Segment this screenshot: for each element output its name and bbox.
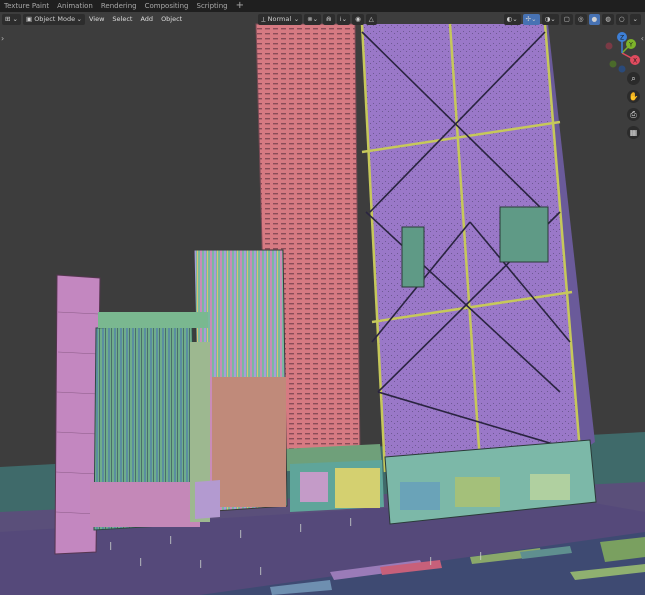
zoom-icon[interactable]: ⌕ <box>627 72 640 85</box>
add-workspace-button[interactable]: + <box>232 0 248 12</box>
wireframe-sphere-icon: ◎ <box>577 14 584 23</box>
navigation-tools: ⌕ ✋ ⎙ ▦ <box>627 72 640 139</box>
mode-label: Object Mode <box>34 14 76 23</box>
toolbar-expand-icon[interactable]: › <box>1 34 4 43</box>
proportional-icon: ◉ <box>355 14 361 23</box>
grid-view-icon[interactable]: ▦ <box>627 126 640 139</box>
shading-rendered-button[interactable]: ○ <box>615 13 628 25</box>
tab-animation[interactable]: Animation <box>53 0 97 12</box>
shading-options-button[interactable]: ⌄ <box>629 13 641 25</box>
gizmo-neg-y[interactable] <box>609 60 617 68</box>
menu-select[interactable]: Select <box>108 14 136 25</box>
tab-compositing[interactable]: Compositing <box>141 0 193 12</box>
chevron-down-icon: ⌄ <box>76 14 82 23</box>
falloff-icon: △ <box>368 14 374 23</box>
navigation-gizmo[interactable]: X Y Z <box>601 32 643 74</box>
overlays-button[interactable]: ◑⌄ <box>541 13 559 25</box>
magnet-icon: ⋒ <box>326 14 332 23</box>
tab-rendering[interactable]: Rendering <box>97 0 141 12</box>
gizmo-neg-z[interactable] <box>618 65 626 73</box>
tab-texture-paint[interactable]: Texture Paint <box>0 0 53 12</box>
3d-viewport[interactable]: ⊞ ⌄ ▣ Object Mode ⌄ View Select Add Obje… <box>0 12 645 595</box>
solid-sphere-icon: ● <box>591 14 598 23</box>
proportional-edit-button[interactable]: ◉ <box>352 13 364 25</box>
xray-icon: ▢ <box>563 14 570 23</box>
overlays-icon: ◑⌄ <box>544 14 556 23</box>
snap-grid-icon: ⁞⌄ <box>339 14 348 23</box>
pivot-icon: ⊗⌄ <box>307 14 319 23</box>
menu-add[interactable]: Add <box>136 14 157 25</box>
tab-scripting[interactable]: Scripting <box>193 0 232 12</box>
viewport-header: ⊞ ⌄ ▣ Object Mode ⌄ View Select Add Obje… <box>0 12 645 26</box>
snap-settings-button[interactable]: ⁞⌄ <box>336 13 351 25</box>
shading-wireframe-button[interactable]: ◎ <box>574 13 587 25</box>
eye-icon: ◐⌄ <box>506 14 518 23</box>
camera-view-icon[interactable]: ⎙ <box>627 108 640 121</box>
scene-render <box>0 23 645 595</box>
mode-selector[interactable]: ▣ Object Mode ⌄ <box>22 13 85 25</box>
gizmo-neg-x[interactable] <box>605 42 613 50</box>
material-sphere-icon: ◍ <box>605 14 611 23</box>
falloff-button[interactable]: △ <box>365 13 377 25</box>
chevron-down-icon: ⌄ <box>632 14 638 23</box>
gizmo-toggle-button[interactable]: ✢⌄ <box>522 13 540 25</box>
visibility-button[interactable]: ◐⌄ <box>503 13 521 25</box>
chevron-down-icon: ⌄ <box>10 14 18 23</box>
shading-material-button[interactable]: ◍ <box>602 13 614 25</box>
pivot-point-button[interactable]: ⊗⌄ <box>304 13 322 25</box>
menu-object[interactable]: Object <box>157 14 186 25</box>
snap-toggle-button[interactable]: ⋒ <box>323 13 335 25</box>
shading-solid-button[interactable]: ● <box>588 13 601 25</box>
gizmo-x-label: X <box>633 58 637 65</box>
chevron-down-icon: ⌄ <box>293 14 300 23</box>
editor-type-button[interactable]: ⊞ ⌄ <box>2 13 21 25</box>
gizmo-icon: ✢⌄ <box>525 14 537 23</box>
gizmo-z-label: Z <box>620 35 624 42</box>
object-mode-icon: ▣ <box>25 14 35 23</box>
orientation-selector[interactable]: ⟂ Normal ⌄ <box>258 13 303 25</box>
pan-hand-icon[interactable]: ✋ <box>627 90 640 103</box>
gizmo-y-label: Y <box>628 42 633 49</box>
orientation-label: Normal <box>267 14 292 23</box>
rendered-sphere-icon: ○ <box>618 14 625 23</box>
xray-toggle-button[interactable]: ▢ <box>560 13 573 25</box>
workspace-tab-bar: Texture Paint Animation Rendering Compos… <box>0 0 645 12</box>
menu-view[interactable]: View <box>85 14 108 25</box>
